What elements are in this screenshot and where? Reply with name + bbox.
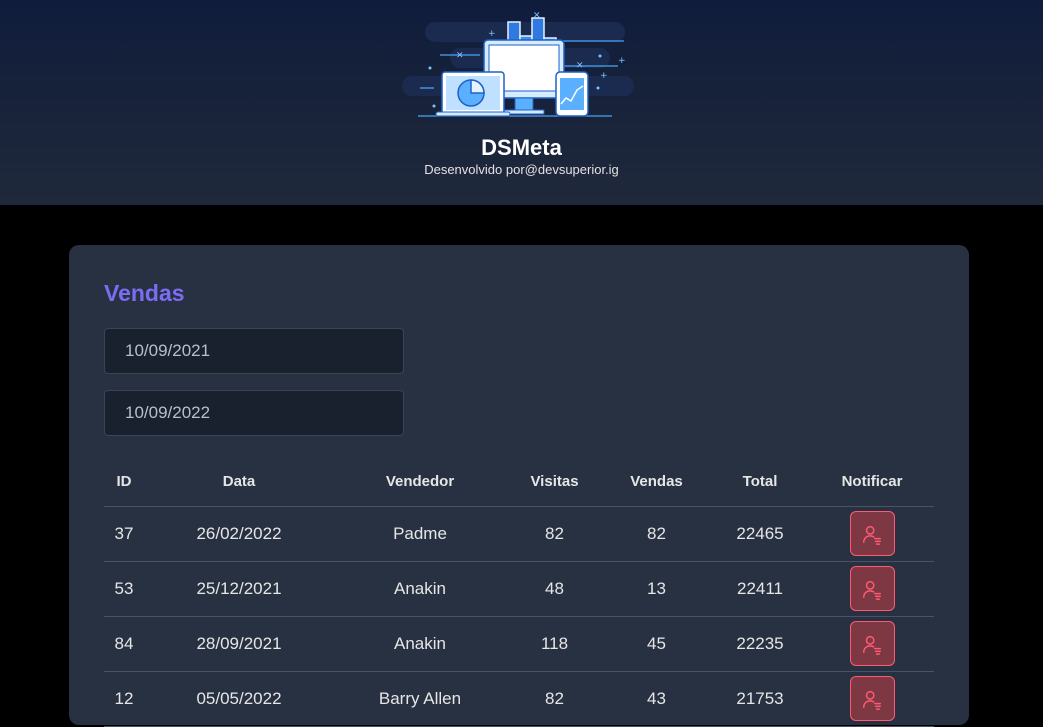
cell-sales: 13 — [603, 561, 710, 617]
user-notify-icon — [863, 525, 881, 545]
user-notify-icon — [863, 690, 881, 710]
header: ✕ ✕ ✕ + + + DSMeta Desenvolvido por@devs… — [0, 0, 1043, 205]
header-date: Data — [144, 458, 334, 507]
header-total: Total — [710, 458, 810, 507]
cell-sales: 43 — [603, 671, 710, 727]
header-id: ID — [104, 458, 144, 507]
header-notify: Notificar — [810, 458, 934, 507]
svg-text:✕: ✕ — [456, 51, 464, 61]
header-visits: Visitas — [506, 458, 603, 507]
cell-visits: 82 — [506, 506, 603, 562]
svg-text:✕: ✕ — [576, 61, 584, 71]
table-header-row: ID Data Vendedor Visitas Vendas Total No… — [104, 458, 934, 507]
cell-date: 05/05/2022 — [144, 671, 334, 727]
cell-visits: 82 — [506, 671, 603, 727]
card-title: Vendas — [104, 280, 185, 306]
cell-total: 22235 — [710, 616, 810, 672]
svg-text:+: + — [600, 71, 608, 81]
cell-total: 22411 — [710, 561, 810, 617]
cell-id: 84 — [104, 616, 144, 672]
cell-id: 37 — [104, 506, 144, 562]
table-row: 53 25/12/2021 Anakin 48 13 22411 — [104, 561, 934, 617]
cell-date: 26/02/2022 — [144, 506, 334, 562]
cell-notify — [810, 616, 934, 672]
cell-date: 28/09/2021 — [144, 616, 334, 672]
cell-seller: Padme — [334, 506, 506, 562]
sales-table: ID Data Vendedor Visitas Vendas Total No… — [104, 458, 934, 727]
cell-id: 12 — [104, 671, 144, 727]
cell-notify — [810, 561, 934, 617]
table-row: 84 28/09/2021 Anakin 118 45 22235 — [104, 616, 934, 672]
user-notify-icon — [863, 580, 881, 600]
cell-id: 53 — [104, 561, 144, 617]
developer-handle: @devsuperior.ig — [524, 162, 619, 177]
notify-button[interactable] — [849, 621, 895, 666]
notify-button[interactable] — [849, 511, 895, 556]
cell-total: 21753 — [710, 671, 810, 727]
header-seller: Vendedor — [334, 458, 506, 507]
header-sales: Vendas — [603, 458, 710, 507]
developer-credit: Desenvolvido por@devsuperior.ig — [0, 162, 1043, 177]
table-row: 37 26/02/2022 Padme 82 82 22465 — [104, 506, 934, 562]
cell-sales: 82 — [603, 506, 710, 562]
cell-notify — [810, 506, 934, 562]
table-row: 12 05/05/2022 Barry Allen 82 43 21753 — [104, 671, 934, 727]
cell-seller: Anakin — [334, 561, 506, 617]
cell-visits: 48 — [506, 561, 603, 617]
dashboard-illustration-icon: ✕ ✕ ✕ + + + — [402, 11, 634, 117]
developer-credit-prefix: Desenvolvido por — [424, 162, 525, 177]
notify-button[interactable] — [849, 676, 895, 721]
notify-button[interactable] — [849, 566, 895, 611]
svg-text:+: + — [488, 29, 496, 39]
cell-sales: 45 — [603, 616, 710, 672]
svg-text:+: + — [618, 56, 626, 66]
cell-seller: Anakin — [334, 616, 506, 672]
cell-notify — [810, 671, 934, 727]
min-date-input[interactable] — [104, 328, 404, 374]
cell-total: 22465 — [710, 506, 810, 562]
cell-seller: Barry Allen — [334, 671, 506, 727]
brand-title: DSMeta — [481, 135, 562, 160]
svg-text:✕: ✕ — [533, 11, 541, 21]
cell-visits: 118 — [506, 616, 603, 672]
sales-card: Vendas ID Data Vendedor Visitas Vendas T… — [69, 245, 969, 727]
cell-date: 25/12/2021 — [144, 561, 334, 617]
max-date-input[interactable] — [104, 390, 404, 436]
user-notify-icon — [863, 635, 881, 655]
